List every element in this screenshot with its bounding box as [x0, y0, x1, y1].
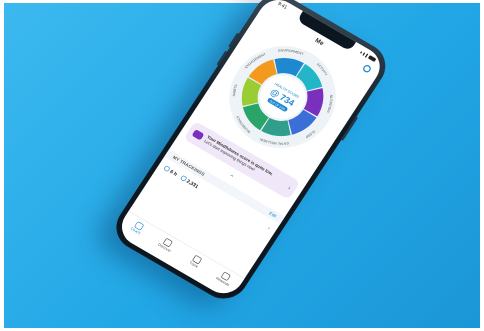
tracking-sleep[interactable]: 6 h: [163, 165, 178, 177]
phone-screen: 9:41 Me HEALTH SCORE @ 734 OUT OF 1000 A…: [114, 0, 388, 301]
status-icons: [359, 49, 378, 64]
chevron-right-icon[interactable]: ›: [266, 225, 271, 231]
nav-track[interactable]: Track: [183, 251, 209, 272]
mindfulness-icon: [191, 129, 205, 141]
signal-icon: [360, 51, 363, 54]
nav-discover[interactable]: Discover: [154, 234, 180, 255]
nav-coach[interactable]: Coach: [125, 217, 151, 238]
edit-trackings-link[interactable]: Edit: [268, 211, 277, 219]
chevron-right-icon: ›: [286, 184, 292, 192]
stage: 9:41 Me HEALTH SCORE @ 734 OUT OF 1000 A…: [0, 0, 484, 331]
nav-rewards[interactable]: Rewards: [211, 268, 237, 289]
battery-icon: [367, 55, 377, 63]
tracking-sleep-value: 6 h: [169, 168, 179, 177]
tracking-steps-value: 2,331: [185, 178, 200, 190]
status-time: 9:41: [276, 0, 289, 11]
tracking-steps[interactable]: 2,331: [179, 174, 200, 190]
phone-frame: 9:41 Me HEALTH SCORE @ 734 OUT OF 1000 A…: [107, 0, 395, 308]
bottom-nav: Coach Discover Track Rewards: [114, 210, 245, 301]
